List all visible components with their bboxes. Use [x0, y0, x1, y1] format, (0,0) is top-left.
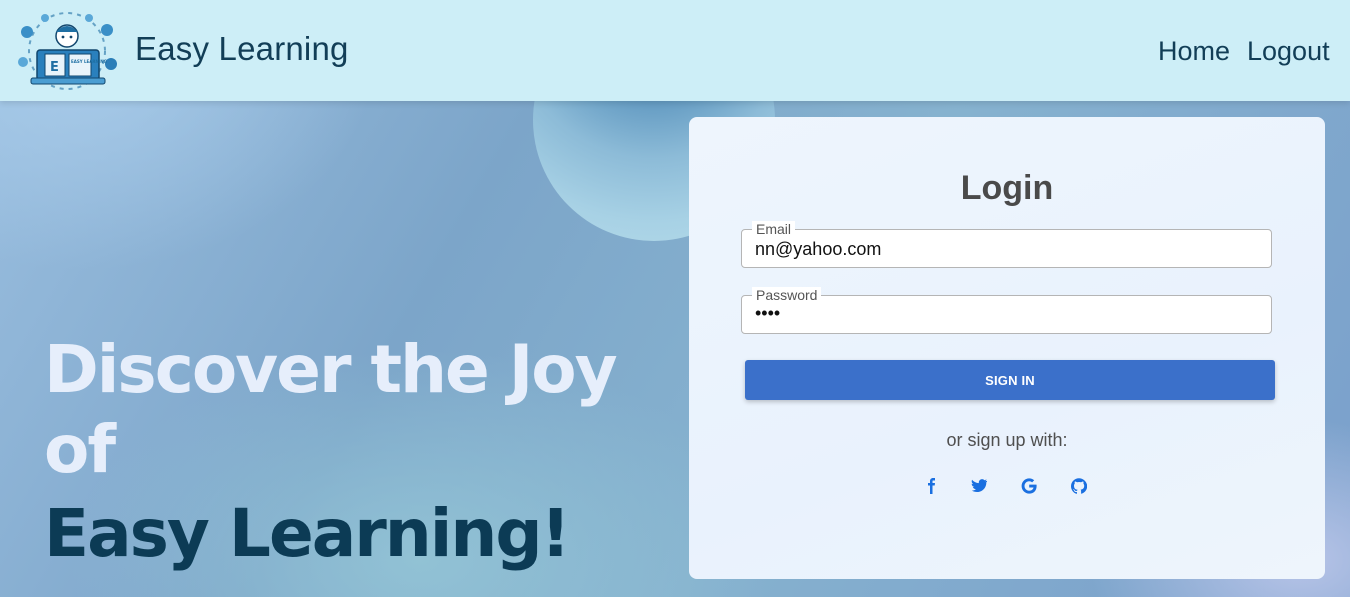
email-label: Email [752, 221, 796, 237]
navbar: E EASY LEARNING Easy Learning Home Logou… [0, 0, 1350, 101]
hero-heading: Discover the Joy of Easy Learning! [44, 330, 684, 574]
brand-name[interactable]: Easy Learning [135, 30, 349, 68]
login-card: Login Email nn@yahoo.com Password •••• S… [689, 117, 1325, 579]
google-icon[interactable] [1018, 475, 1040, 497]
login-title: Login [960, 169, 1054, 207]
logo-initial: E [50, 60, 59, 75]
password-label: Password [752, 287, 822, 303]
twitter-icon[interactable] [968, 475, 990, 497]
hero-line-1: Discover the Joy of [44, 331, 618, 488]
email-field[interactable]: Email nn@yahoo.com [741, 221, 1272, 268]
facebook-icon[interactable] [920, 475, 942, 497]
nav-home-link[interactable]: Home [1158, 36, 1230, 67]
email-input[interactable]: nn@yahoo.com [755, 239, 1255, 260]
github-icon[interactable] [1068, 475, 1090, 497]
sign-in-button[interactable]: SIGN IN [745, 360, 1275, 400]
sign-up-prompt: or sign up with: [946, 430, 1068, 450]
brand-logo[interactable]: E EASY LEARNING [15, 10, 120, 92]
password-field[interactable]: Password •••• [741, 287, 1272, 334]
password-input[interactable]: •••• [755, 303, 1255, 324]
logo-text: EASY LEARNING [71, 59, 107, 64]
nav-logout-link[interactable]: Logout [1247, 36, 1330, 67]
hero-line-2: Easy Learning! [44, 495, 571, 572]
